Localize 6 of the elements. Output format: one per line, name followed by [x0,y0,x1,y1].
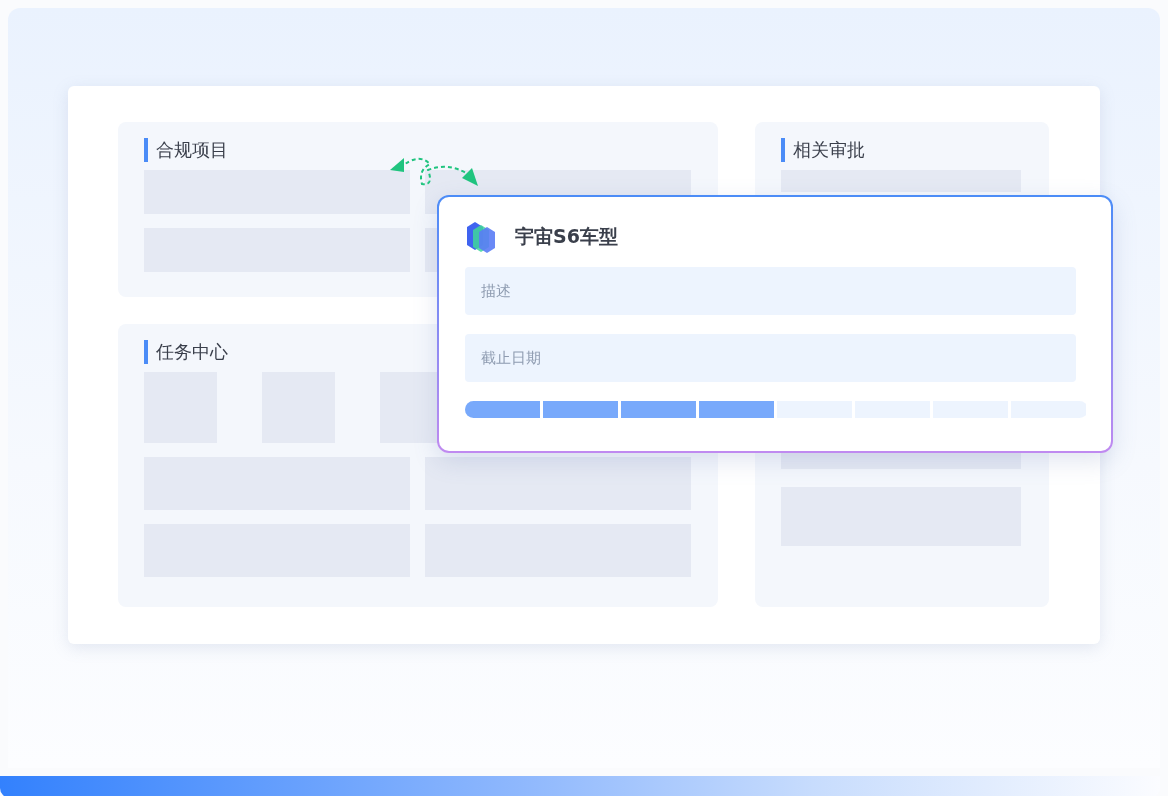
panel-title: 合规项目 [144,138,228,162]
panel-title: 任务中心 [144,340,228,364]
input-field[interactable]: 描述 [465,267,1076,315]
input-field[interactable]: 截止日期 [465,334,1076,382]
popup-title: 宇宙S6车型 [515,223,618,249]
panel-title: 相关审批 [781,138,865,162]
